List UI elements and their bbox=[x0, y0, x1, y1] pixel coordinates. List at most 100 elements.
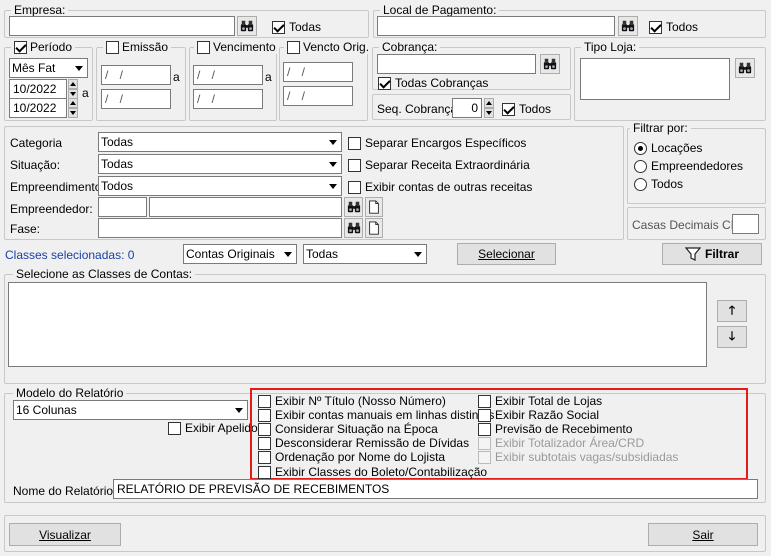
empreendedor-search-button[interactable] bbox=[344, 197, 363, 217]
exibir-apelido-checkbox[interactable]: Exibir Apelido bbox=[168, 421, 258, 435]
option-razao-social-checkbox[interactable]: Exibir Razão Social bbox=[478, 408, 599, 422]
option-previsao-recebimento-checkbox[interactable]: Previsão de Recebimento bbox=[478, 422, 632, 436]
spin-down-icon[interactable] bbox=[68, 108, 78, 118]
classes-selecionadas-text: Classes selecionadas: 0 bbox=[5, 248, 135, 262]
periodo-start-input[interactable]: 10/2022 bbox=[9, 79, 67, 99]
vencimento-end-input[interactable]: / / bbox=[193, 89, 263, 109]
visualizar-button[interactable]: Visualizar bbox=[9, 523, 121, 546]
casas-decimais-input[interactable] bbox=[732, 214, 759, 234]
classes-list[interactable] bbox=[8, 282, 707, 367]
move-up-button[interactable]: 🡑 bbox=[717, 300, 747, 322]
option-ordenacao-lojista-checkbox[interactable]: Ordenação por Nome do Lojista bbox=[258, 450, 445, 464]
option-total-lojas-checkbox[interactable]: Exibir Total de Lojas bbox=[478, 394, 602, 408]
cobranca-input[interactable] bbox=[377, 54, 536, 74]
binoculars-icon bbox=[621, 19, 635, 33]
todas-cobrancas-checkbox[interactable]: Todas Cobranças bbox=[378, 76, 488, 90]
nome-relatorio-input[interactable]: RELATÓRIO DE PREVISÃO DE RECEBIMENTOS bbox=[113, 479, 758, 499]
situacao-select[interactable]: Todas bbox=[98, 154, 342, 174]
fase-input[interactable] bbox=[98, 218, 342, 238]
local-pagamento-search-button[interactable] bbox=[618, 16, 638, 36]
checkbox-box bbox=[258, 465, 271, 479]
local-pagamento-todos-checkbox[interactable]: Todos bbox=[649, 20, 698, 34]
local-pagamento-input[interactable] bbox=[377, 16, 615, 36]
periodo-checkbox[interactable] bbox=[14, 40, 27, 54]
modelo-title: Modelo do Relatório bbox=[13, 386, 127, 400]
checkbox-box bbox=[478, 408, 491, 422]
spin-up-icon[interactable] bbox=[68, 79, 78, 89]
chevron-down-icon bbox=[325, 177, 341, 195]
empreendedor-clear-button[interactable] bbox=[365, 197, 383, 217]
periodo-start-spinner[interactable] bbox=[68, 79, 78, 99]
checkbox-box bbox=[348, 136, 361, 150]
vencimento-sep: a bbox=[265, 70, 272, 84]
option-situacao-epoca-checkbox[interactable]: Considerar Situação na Época bbox=[258, 422, 438, 436]
empresa-search-button[interactable] bbox=[237, 16, 257, 36]
fase-label: Fase: bbox=[10, 222, 41, 236]
spin-up-icon[interactable] bbox=[484, 98, 494, 108]
situacao-label: Situação: bbox=[10, 158, 61, 172]
periodo-end-input[interactable]: 10/2022 bbox=[9, 98, 67, 118]
filtrar-todos-radio[interactable]: Todos bbox=[634, 177, 683, 191]
emissao-start-input[interactable]: / / bbox=[101, 65, 171, 85]
vencimento-title[interactable]: Vencimento bbox=[194, 40, 279, 54]
option-classes-boleto-checkbox[interactable]: Exibir Classes do Boleto/Contabilização bbox=[258, 465, 487, 479]
vencimento-start-input[interactable]: / / bbox=[193, 65, 263, 85]
seq-cobranca-spinner[interactable] bbox=[484, 98, 494, 118]
empresa-input[interactable] bbox=[9, 16, 235, 36]
fase-search-button[interactable] bbox=[344, 218, 363, 238]
periodo-end-spinner[interactable] bbox=[68, 98, 78, 118]
cobranca-search-button[interactable] bbox=[540, 54, 560, 74]
option-remissao-dividas-checkbox[interactable]: Desconsiderar Remissão de Dívidas bbox=[258, 436, 469, 450]
emissao-sep: a bbox=[173, 70, 180, 84]
filtrar-empreendedores-radio[interactable]: Empreendedores bbox=[634, 159, 743, 173]
periodo-title[interactable]: Período bbox=[11, 40, 76, 54]
empreendedor-code-input[interactable] bbox=[98, 197, 147, 217]
filtrar-locacoes-radio[interactable]: Locações bbox=[634, 141, 702, 155]
emissao-end-input[interactable]: / / bbox=[101, 89, 171, 109]
tipo-loja-list[interactable] bbox=[580, 58, 730, 100]
option-contas-manuais-checkbox[interactable]: Exibir contas manuais em linhas distinta… bbox=[258, 408, 494, 422]
modelo-select[interactable]: 16 Colunas bbox=[13, 400, 248, 420]
checkbox-box bbox=[649, 20, 662, 34]
separar-receita-checkbox[interactable]: Separar Receita Extraordinária bbox=[348, 158, 530, 172]
tipo-loja-search-button[interactable] bbox=[735, 58, 755, 78]
seq-cobranca-todos-checkbox[interactable]: Todos bbox=[502, 102, 551, 116]
fase-clear-button[interactable] bbox=[365, 218, 383, 238]
spin-up-icon[interactable] bbox=[68, 98, 78, 108]
emissao-checkbox[interactable] bbox=[106, 40, 119, 54]
spin-down-icon[interactable] bbox=[484, 108, 494, 118]
filtrar-button[interactable]: Filtrar bbox=[662, 243, 762, 265]
exibir-outras-receitas-checkbox[interactable]: Exibir contas de outras receitas bbox=[348, 180, 532, 194]
vencto-orig-start-input[interactable]: / / bbox=[283, 62, 353, 82]
classes-todas-select[interactable]: Todas bbox=[303, 244, 427, 264]
binoculars-icon bbox=[347, 221, 361, 235]
option-exibir-titulo-checkbox[interactable]: Exibir Nº Título (Nosso Número) bbox=[258, 394, 446, 408]
periodo-mode-select[interactable]: Mês Fat bbox=[9, 58, 88, 78]
option-subtotais-vagas-checkbox: Exibir subtotais vagas/subsidiadas bbox=[478, 450, 678, 464]
contas-originais-select[interactable]: Contas Originais bbox=[183, 244, 297, 264]
selecionar-button[interactable]: Selecionar bbox=[457, 243, 556, 265]
empreendedor-name-input[interactable] bbox=[149, 197, 342, 217]
binoculars-icon bbox=[240, 19, 254, 33]
seq-cobranca-input[interactable]: 0 bbox=[452, 98, 482, 118]
vencto-orig-end-input[interactable]: / / bbox=[283, 86, 353, 106]
vencto-orig-title[interactable]: Vencto Orig. bbox=[284, 40, 373, 54]
empresa-todas-checkbox[interactable]: Todas bbox=[272, 20, 321, 34]
separar-encargos-checkbox[interactable]: Separar Encargos Específicos bbox=[348, 136, 526, 150]
checkbox-box bbox=[348, 180, 361, 194]
binoculars-icon bbox=[347, 200, 361, 214]
sair-button[interactable]: Sair bbox=[648, 523, 758, 546]
emissao-title[interactable]: Emissão bbox=[103, 40, 172, 54]
vencimento-checkbox[interactable] bbox=[197, 40, 210, 54]
chevron-down-icon bbox=[325, 155, 341, 173]
vencto-orig-checkbox[interactable] bbox=[287, 40, 300, 54]
binoculars-icon bbox=[543, 57, 557, 71]
checkbox-box bbox=[478, 436, 491, 450]
chevron-down-icon bbox=[325, 133, 341, 151]
move-down-button[interactable]: 🡓 bbox=[717, 326, 747, 348]
arrow-up-icon: 🡑 bbox=[728, 302, 736, 317]
categoria-select[interactable]: Todas bbox=[98, 132, 342, 152]
checkbox-box bbox=[258, 408, 271, 422]
empreendimento-label: Empreendimento: bbox=[10, 180, 105, 194]
empreendimento-select[interactable]: Todos bbox=[98, 176, 342, 196]
